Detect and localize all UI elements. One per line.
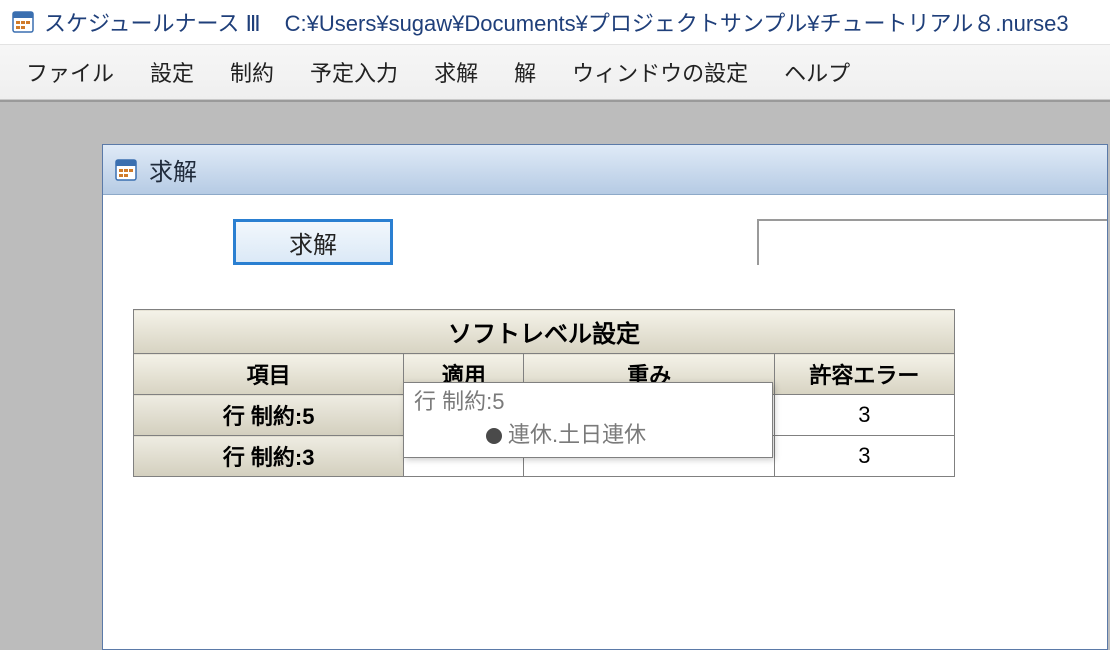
menu-solution[interactable]: 解	[496, 50, 554, 94]
col-header-allow-error[interactable]: 許容エラー	[774, 354, 954, 395]
child-window-title: 求解	[149, 152, 197, 187]
calendar-icon	[115, 159, 137, 181]
tooltip-line1: 行 制約:5	[414, 385, 764, 418]
app-title: スケジュールナース Ⅲ	[44, 6, 261, 38]
menu-window-settings[interactable]: ウィンドウの設定	[554, 50, 766, 94]
solve-button[interactable]: 求解	[233, 219, 393, 265]
cell-item[interactable]: 行 制約:3	[134, 436, 404, 477]
menu-solve[interactable]: 求解	[416, 50, 496, 94]
menu-file[interactable]: ファイル	[8, 50, 132, 94]
child-titlebar[interactable]: 求解	[103, 145, 1107, 195]
tooltip-line2-text: 連休.土日連休	[508, 422, 646, 447]
app-icon	[12, 11, 34, 33]
cell-item[interactable]: 行 制約:5	[134, 395, 404, 436]
menu-schedule-input[interactable]: 予定入力	[292, 50, 416, 94]
solve-child-window: 求解 求解 ソフトレベル設定 項目 適用 重み 許容エラー	[102, 144, 1108, 650]
cell-allow-error[interactable]: 3	[774, 395, 954, 436]
col-header-item[interactable]: 項目	[134, 354, 404, 395]
mdi-client-area: 求解 求解 ソフトレベル設定 項目 適用 重み 許容エラー	[0, 100, 1110, 650]
row-tooltip: 行 制約:5 連休.土日連休	[403, 382, 773, 458]
menu-settings[interactable]: 設定	[132, 50, 212, 94]
tooltip-line2: 連休.土日連休	[414, 418, 764, 451]
main-titlebar: スケジュールナース Ⅲ C:¥Users¥sugaw¥Documents¥プロジ…	[0, 0, 1110, 44]
menubar: ファイル 設定 制約 予定入力 求解 解 ウィンドウの設定 ヘルプ	[0, 44, 1110, 100]
status-field[interactable]	[757, 219, 1107, 265]
table-caption: ソフトレベル設定	[134, 310, 955, 354]
cell-allow-error[interactable]: 3	[774, 436, 954, 477]
menu-constraints[interactable]: 制約	[212, 50, 292, 94]
bullet-icon	[486, 428, 502, 444]
menu-help[interactable]: ヘルプ	[766, 50, 868, 94]
file-path: C:¥Users¥sugaw¥Documents¥プロジェクトサンプル¥チュート…	[285, 6, 1069, 38]
child-body: 求解 ソフトレベル設定 項目 適用 重み 許容エラー	[103, 195, 1107, 649]
